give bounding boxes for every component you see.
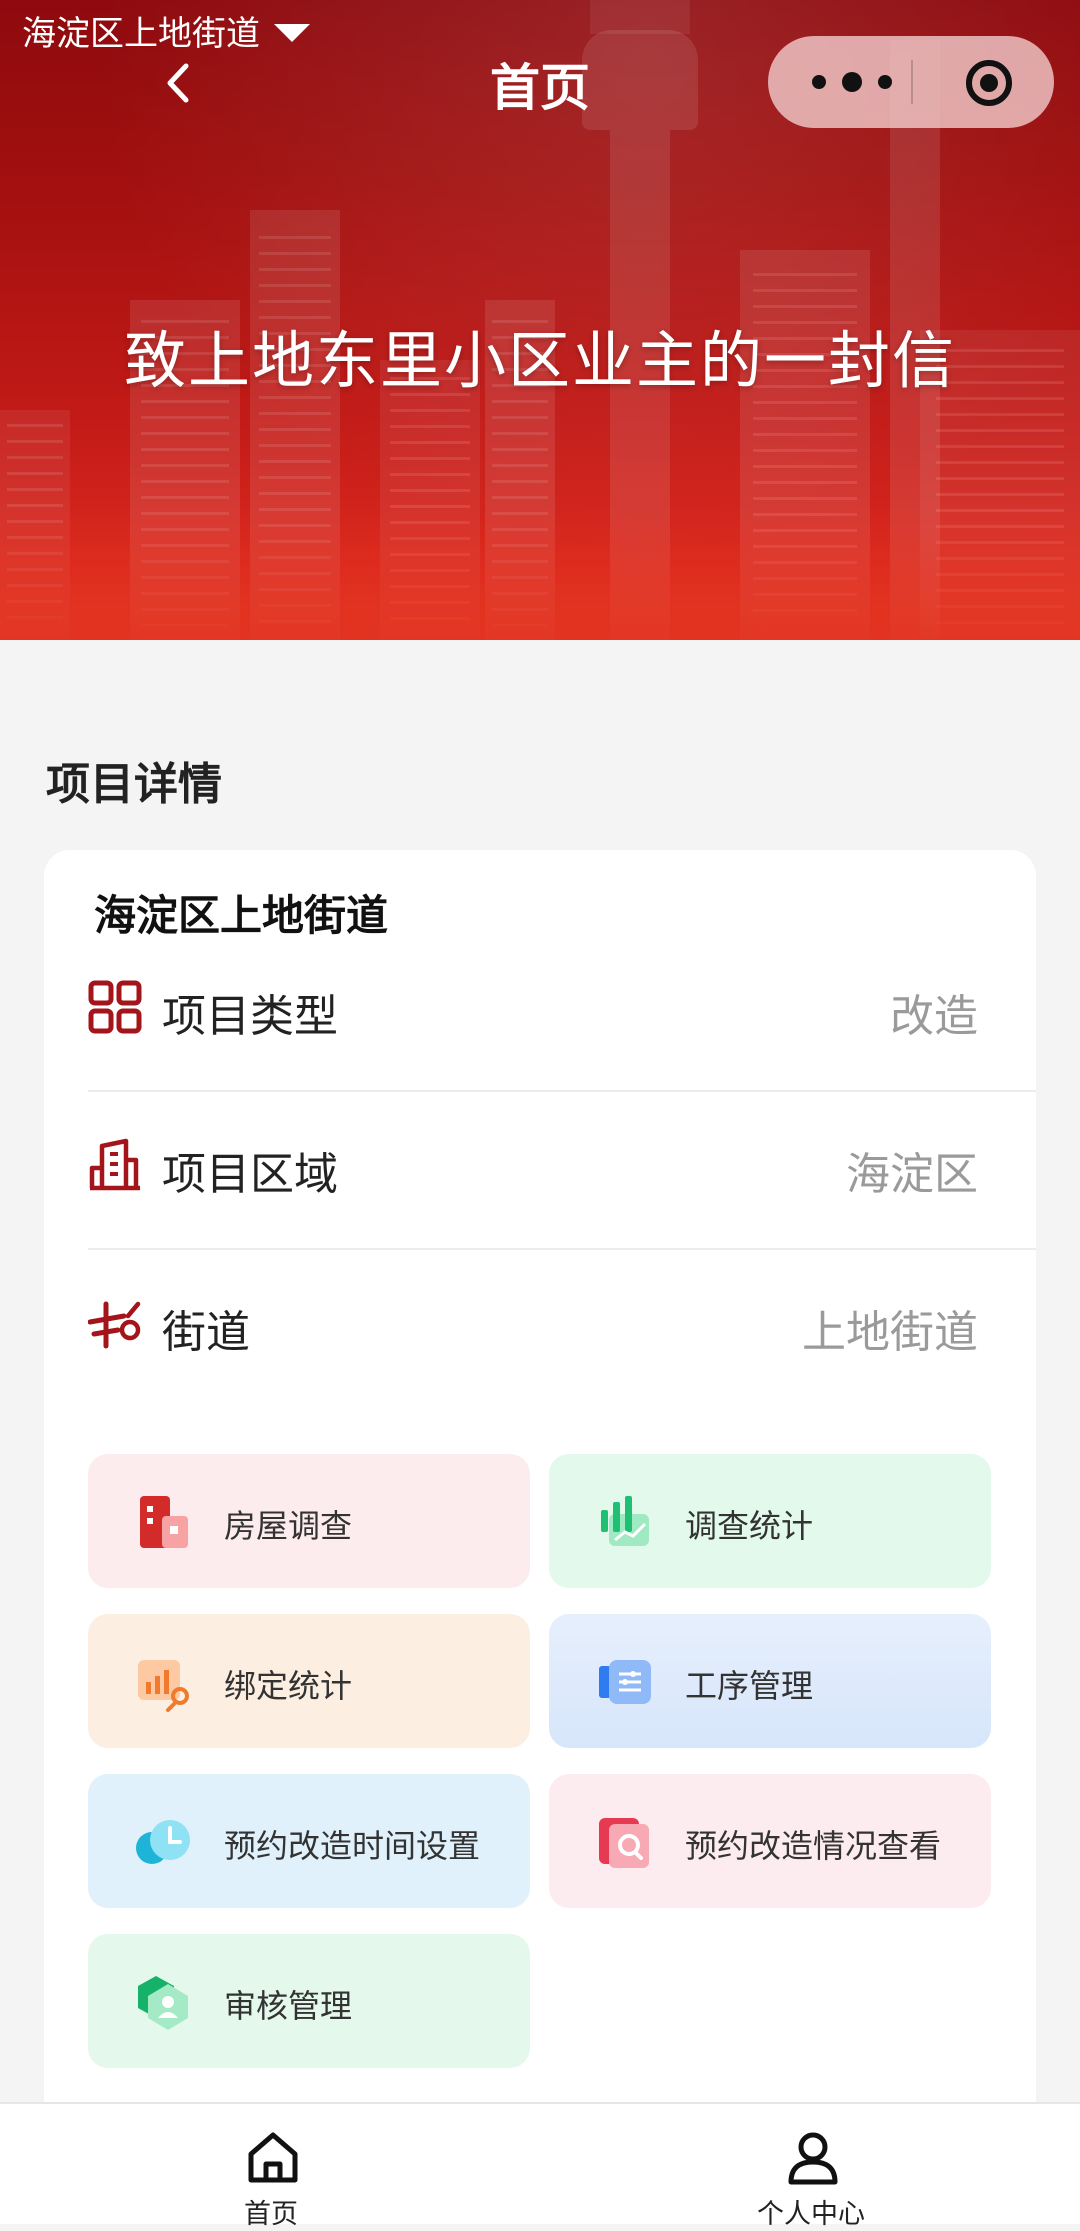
clock-icon (136, 1820, 190, 1864)
building-icon (89, 1138, 140, 1191)
user-icon (788, 2132, 838, 2185)
tile-label: 预约改造时间设置 (224, 1827, 481, 1865)
road-sign-icon (88, 1301, 141, 1349)
row-value: 上地街道 (802, 1307, 978, 1358)
tab-label: 首页 (244, 2199, 298, 2230)
row-value: 海淀区 (846, 1149, 978, 1200)
tile-booking-status-view[interactable]: 预约改造情况查看 (549, 1774, 991, 1908)
tile-label: 预约改造情况查看 (685, 1827, 942, 1865)
tile-label: 房屋调查 (224, 1507, 353, 1545)
tile-process-management[interactable]: 工序管理 (549, 1614, 991, 1748)
search-doc-icon (599, 1818, 649, 1868)
tile-audit-management[interactable]: 审核管理 (88, 1934, 530, 2068)
project-detail-card: 海淀区上地街道 项目类型 改造 项目区域 海淀区 街道 上地街道 房屋调查 调查… (44, 850, 1036, 2140)
mini-program-capsule (768, 36, 1054, 128)
dropdown-triangle-icon (274, 23, 310, 42)
tile-house-survey[interactable]: 房屋调查 (88, 1454, 530, 1588)
row-label: 街道 (162, 1307, 250, 1358)
grid-icon (88, 980, 142, 1034)
tile-label: 审核管理 (224, 1987, 353, 2025)
process-icon (599, 1660, 651, 1704)
tab-label: 个人中心 (757, 2199, 865, 2230)
row-project-type: 项目类型 改造 (88, 934, 1036, 1092)
row-project-area: 项目区域 海淀区 (88, 1092, 1036, 1250)
hero-headline[interactable]: 致上地东里小区业主的一封信 (0, 310, 1080, 400)
home-icon (248, 2132, 298, 2183)
section-title: 项目详情 (46, 759, 222, 810)
audit-user-icon (138, 1976, 188, 2030)
tile-binding-stats[interactable]: 绑定统计 (88, 1614, 530, 1748)
tile-label: 调查统计 (685, 1507, 814, 1545)
tile-label: 工序管理 (685, 1667, 814, 1705)
bar-stats-icon (601, 1496, 649, 1546)
more-options-icon[interactable] (812, 66, 892, 98)
close-mini-program-icon[interactable] (966, 60, 1012, 106)
row-label: 项目区域 (162, 1149, 338, 1200)
tab-home[interactable]: 首页 (121, 2104, 421, 2230)
house-survey-icon (140, 1496, 188, 1548)
bottom-tab-bar: 首页 个人中心 (0, 2102, 1080, 2230)
tile-booking-time-settings[interactable]: 预约改造时间设置 (88, 1774, 530, 1908)
tile-label: 绑定统计 (224, 1667, 353, 1705)
row-street: 街道 上地街道 (88, 1250, 1036, 1400)
tile-survey-stats[interactable]: 调查统计 (549, 1454, 991, 1588)
link-stats-icon (138, 1660, 189, 1712)
tab-personal-center[interactable]: 个人中心 (661, 2104, 961, 2230)
row-value: 改造 (890, 991, 978, 1042)
row-label: 项目类型 (162, 991, 338, 1042)
